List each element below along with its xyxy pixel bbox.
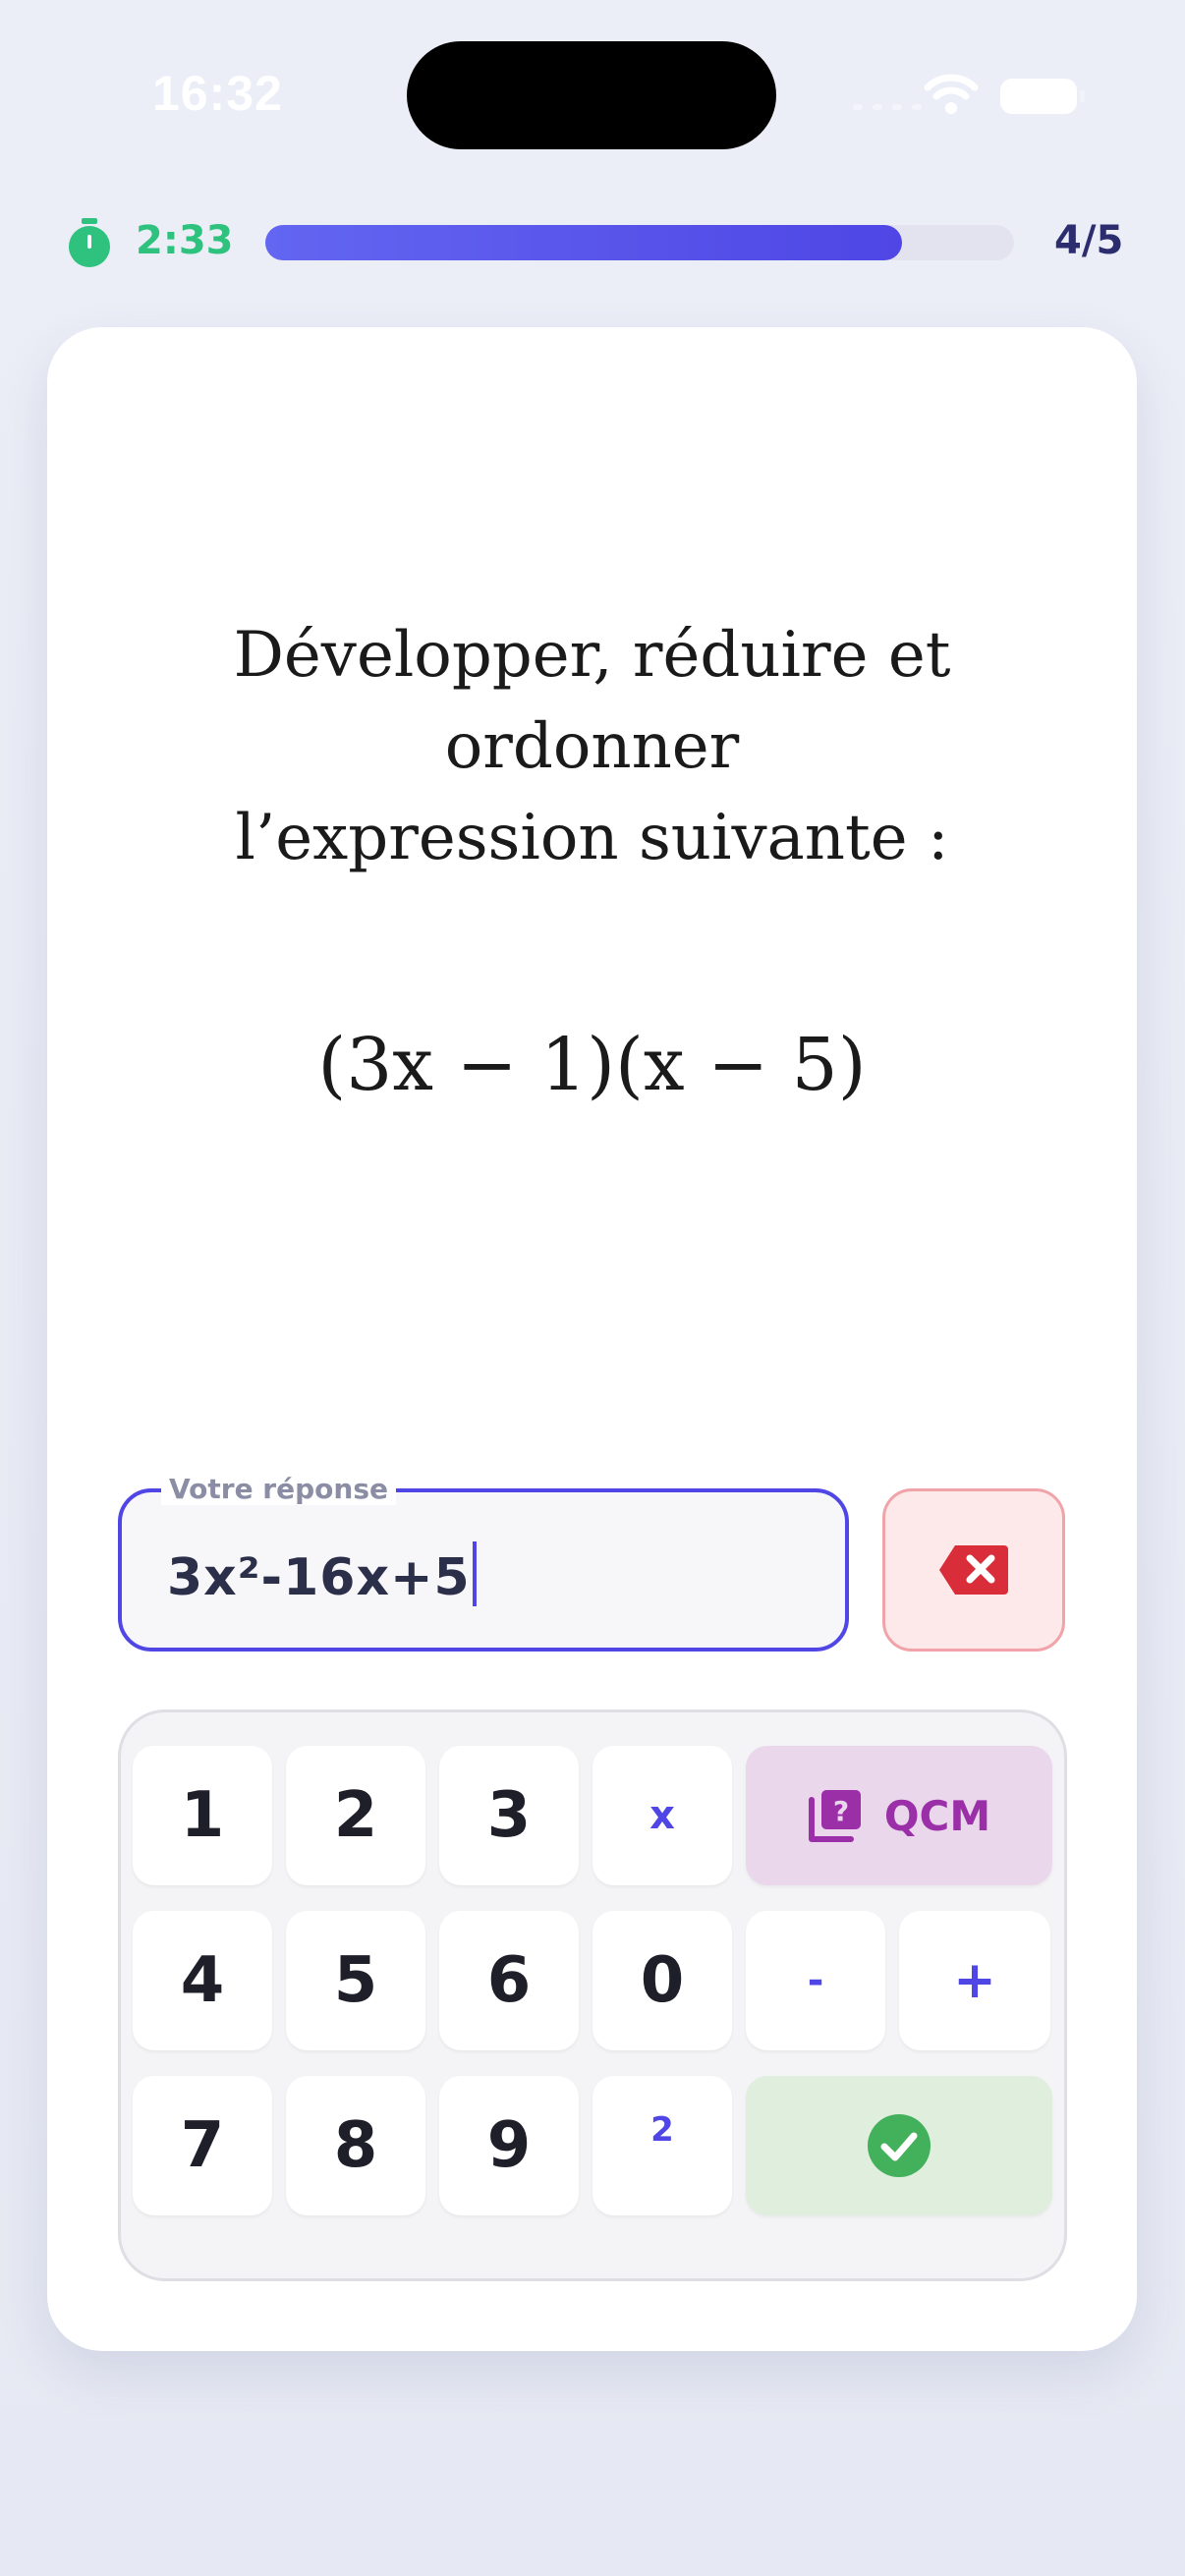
question-stack-icon: ? bbox=[808, 1790, 861, 1842]
qcm-button[interactable]: ? QCM bbox=[746, 1746, 1052, 1885]
answer-input[interactable]: Votre réponse 3x²-16x+5 bbox=[118, 1473, 849, 1652]
svg-text:?: ? bbox=[833, 1795, 849, 1827]
check-circle-icon bbox=[868, 2114, 931, 2177]
key-0[interactable]: 0 bbox=[592, 1911, 732, 2050]
question-card: Développer, réduire et ordonner l’expres… bbox=[47, 327, 1137, 2351]
key-4[interactable]: 4 bbox=[133, 1911, 272, 2050]
validate-button[interactable] bbox=[746, 2076, 1052, 2215]
qcm-label: QCM bbox=[883, 1791, 991, 1840]
key-plus[interactable]: + bbox=[899, 1911, 1050, 2050]
key-squared[interactable]: 2 bbox=[592, 2076, 732, 2215]
keypad: 1 2 3 x ? QCM 4 5 6 0 - + 7 8 9 2 bbox=[118, 1709, 1067, 2281]
key-6[interactable]: 6 bbox=[439, 1911, 579, 2050]
question-line: Développer, réduire et bbox=[233, 619, 951, 692]
wifi-icon bbox=[924, 74, 979, 114]
progress-fill bbox=[265, 225, 902, 260]
backspace-icon bbox=[939, 1545, 1008, 1595]
backspace-button[interactable] bbox=[882, 1488, 1065, 1652]
status-time: 16:32 bbox=[152, 66, 283, 121]
question-text: Développer, réduire et ordonner l’expres… bbox=[47, 610, 1137, 884]
cellular-signal-icon bbox=[853, 104, 922, 110]
key-8[interactable]: 8 bbox=[286, 2076, 425, 2215]
stopwatch-icon bbox=[69, 218, 110, 267]
text-caret bbox=[472, 1541, 477, 1606]
question-counter: 4/5 bbox=[1054, 218, 1124, 263]
answer-label: Votre réponse bbox=[161, 1473, 396, 1505]
key-9[interactable]: 9 bbox=[439, 2076, 579, 2215]
question-line: ordonner bbox=[444, 710, 740, 783]
key-7[interactable]: 7 bbox=[133, 2076, 272, 2215]
squared-label: 2 bbox=[650, 2110, 674, 2150]
key-3[interactable]: 3 bbox=[439, 1746, 579, 1885]
question-line: l’expression suivante : bbox=[235, 802, 949, 874]
key-1[interactable]: 1 bbox=[133, 1746, 272, 1885]
math-expression: (3x − 1)(x − 5) bbox=[317, 1023, 867, 1107]
key-x[interactable]: x bbox=[592, 1746, 732, 1885]
key-minus[interactable]: - bbox=[746, 1911, 885, 2050]
timer-text: 2:33 bbox=[136, 218, 234, 263]
key-5[interactable]: 5 bbox=[286, 1911, 425, 2050]
answer-value: 3x²-16x+5 bbox=[167, 1541, 477, 1607]
progress-bar bbox=[265, 225, 1014, 260]
dynamic-island bbox=[407, 41, 776, 149]
answer-text: 3x²-16x+5 bbox=[167, 1548, 471, 1607]
key-2[interactable]: 2 bbox=[286, 1746, 425, 1885]
battery-icon bbox=[1000, 79, 1085, 114]
